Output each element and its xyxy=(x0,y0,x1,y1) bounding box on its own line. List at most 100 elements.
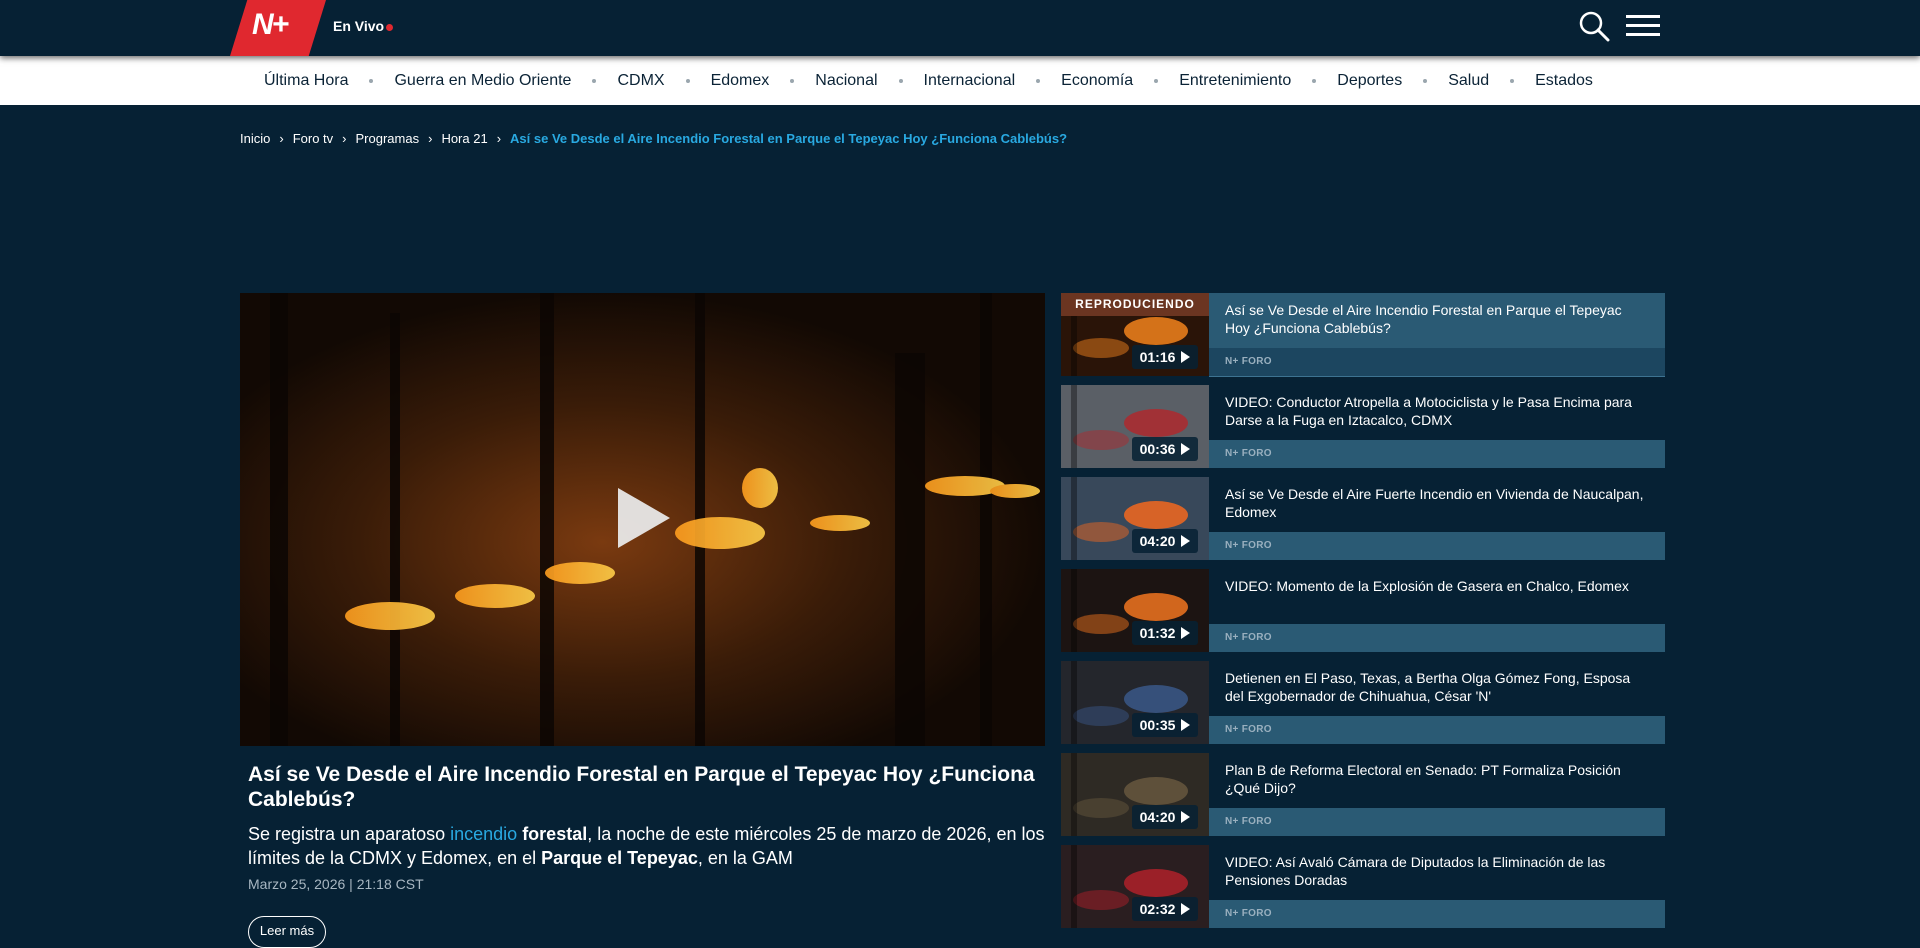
brand-logo[interactable]: N+ xyxy=(230,0,326,56)
nav-separator-dot xyxy=(1312,78,1317,83)
playlist-thumbnail[interactable]: 04:20 xyxy=(1061,753,1209,836)
search-icon[interactable] xyxy=(1578,10,1610,42)
video-duration-badge: 00:35 xyxy=(1132,713,1198,737)
nav-separator-dot xyxy=(592,78,597,83)
playlist-item-title[interactable]: Así se Ve Desde el Aire Incendio Foresta… xyxy=(1225,301,1645,337)
article-lead: Se registra un aparatoso incendio forest… xyxy=(248,824,1045,868)
playlist-text-area[interactable]: VIDEO: Momento de la Explosión de Gasera… xyxy=(1209,569,1665,624)
source-label: N+ FORO xyxy=(1225,724,1272,735)
breadcrumb-link[interactable]: Foro tv xyxy=(293,131,333,146)
playlist-source-bar: N+ FORO xyxy=(1209,532,1665,560)
playlist-item[interactable]: 00:36 VIDEO: Conductor Atropella a Motoci… xyxy=(1061,385,1665,468)
playlist-item-title[interactable]: VIDEO: Momento de la Explosión de Gasera… xyxy=(1225,577,1645,595)
nav-link[interactable]: Estados xyxy=(1535,72,1593,90)
nav-link[interactable]: CDMX xyxy=(617,72,664,90)
nav-item: Economía xyxy=(1015,72,1133,90)
playlist-item-title[interactable]: VIDEO: Así Avaló Cámara de Diputados la … xyxy=(1225,853,1645,889)
nav-item: Internacional xyxy=(878,72,1016,90)
playlist-text-area[interactable]: Detienen en El Paso, Texas, a Bertha Olg… xyxy=(1209,661,1665,716)
source-label: N+ FORO xyxy=(1225,816,1272,827)
video-duration-badge: 00:36 xyxy=(1132,437,1198,461)
playlist-source-bar: N+ FORO xyxy=(1209,440,1665,468)
duration-text: 04:20 xyxy=(1139,809,1176,825)
source-label: N+ FORO xyxy=(1225,540,1272,551)
chevron-right-icon: › xyxy=(428,130,433,146)
nav-separator-dot xyxy=(1423,78,1428,83)
playlist-thumbnail[interactable]: 00:35 xyxy=(1061,661,1209,744)
video-duration-badge: 01:16 xyxy=(1132,345,1198,369)
playlist-item-title[interactable]: Detienen en El Paso, Texas, a Bertha Olg… xyxy=(1225,669,1645,705)
playlist-source-bar: N+ FORO xyxy=(1209,900,1665,928)
live-link[interactable]: En Vivo xyxy=(333,18,384,34)
nav-link[interactable]: Nacional xyxy=(815,72,877,90)
video-player[interactable] xyxy=(240,293,1045,746)
nav-separator-dot xyxy=(685,78,690,83)
playlist-source-bar: N+ FORO xyxy=(1209,348,1665,377)
breadcrumb-link[interactable]: Hora 21 xyxy=(441,131,487,146)
top-header: N+ En Vivo xyxy=(0,0,1920,56)
nav-link[interactable]: Economía xyxy=(1061,72,1133,90)
duration-text: 00:35 xyxy=(1139,717,1176,733)
hamburger-menu-icon[interactable] xyxy=(1626,12,1660,40)
nav-link[interactable]: Entretenimiento xyxy=(1179,72,1291,90)
source-label: N+ FORO xyxy=(1225,632,1272,643)
section-nav-list: Última Hora Guerra en Medio Oriente CDMX Ed… xyxy=(264,56,1593,105)
nav-item: Última Hora xyxy=(264,72,348,90)
playlist-thumbnail[interactable]: 00:36 xyxy=(1061,385,1209,468)
nav-link[interactable]: Deportes xyxy=(1337,72,1402,90)
nav-link[interactable]: Salud xyxy=(1448,72,1489,90)
nav-item: Deportes xyxy=(1291,72,1402,90)
duration-text: 02:32 xyxy=(1139,901,1176,917)
playlist-item[interactable]: REPRODUCIENDO 01:16 Así se Ve Desde el Air… xyxy=(1061,293,1665,377)
playlist-text-area[interactable]: Así se Ve Desde el Aire Fuerte Incendio … xyxy=(1209,477,1665,532)
nav-separator-dot xyxy=(1154,78,1159,83)
incendio-link[interactable]: incendio xyxy=(450,824,517,844)
chevron-right-icon: › xyxy=(279,130,284,146)
nav-item: Estados xyxy=(1489,72,1593,90)
breadcrumb-link[interactable]: Inicio xyxy=(240,131,270,146)
now-playing-badge: REPRODUCIENDO xyxy=(1061,293,1209,316)
playlist-item-title[interactable]: VIDEO: Conductor Atropella a Motociclist… xyxy=(1225,393,1645,429)
playlist-item[interactable]: 00:35 Detienen en El Paso, Texas, a Berth… xyxy=(1061,661,1665,744)
play-icon xyxy=(1181,627,1191,639)
playlist-item-title[interactable]: Plan B de Reforma Electoral en Senado: P… xyxy=(1225,761,1645,797)
playlist-thumbnail[interactable]: 04:20 xyxy=(1061,477,1209,560)
playlist-text-area[interactable]: VIDEO: Conductor Atropella a Motociclist… xyxy=(1209,385,1665,440)
video-duration-badge: 01:32 xyxy=(1132,621,1198,645)
nav-separator-dot xyxy=(1036,78,1041,83)
nav-separator-dot xyxy=(898,78,903,83)
read-more-button[interactable]: Leer más xyxy=(248,916,326,948)
playlist-text-area[interactable]: VIDEO: Así Avaló Cámara de Diputados la … xyxy=(1209,845,1665,900)
breadcrumb-link[interactable]: Programas xyxy=(356,131,420,146)
source-label: N+ FORO xyxy=(1225,448,1272,459)
nav-separator-dot xyxy=(1510,78,1515,83)
video-duration-badge: 04:20 xyxy=(1132,805,1198,829)
playlist-text-area[interactable]: Así se Ve Desde el Aire Incendio Foresta… xyxy=(1209,293,1665,348)
playlist-source-bar: N+ FORO xyxy=(1209,808,1665,836)
playlist-item[interactable]: 04:20 Plan B de Reforma Electoral en Sena… xyxy=(1061,753,1665,836)
breadcrumb: Inicio › Foro tv › Programas › Hora 21 › Así se … xyxy=(240,128,1067,148)
playlist-item[interactable]: 02:32 VIDEO: Así Avaló Cámara de Diputado… xyxy=(1061,845,1665,928)
play-icon xyxy=(1181,535,1191,547)
playlist-thumbnail[interactable]: 02:32 xyxy=(1061,845,1209,928)
article-title: Así se Ve Desde el Aire Incendio Foresta… xyxy=(248,763,1035,811)
nav-link[interactable]: Edomex xyxy=(711,72,770,90)
duration-text: 00:36 xyxy=(1139,441,1176,457)
playlist-item[interactable]: 04:20 Así se Ve Desde el Aire Fuerte Ince… xyxy=(1061,477,1665,560)
nav-item: Salud xyxy=(1402,72,1489,90)
nav-link[interactable]: Última Hora xyxy=(264,72,348,90)
playlist-thumbnail[interactable]: 01:32 xyxy=(1061,569,1209,652)
nav-link[interactable]: Internacional xyxy=(924,72,1016,90)
nav-link[interactable]: Guerra en Medio Oriente xyxy=(394,72,571,90)
nav-item: Guerra en Medio Oriente xyxy=(348,72,571,90)
play-icon xyxy=(1181,351,1191,363)
nav-item: Edomex xyxy=(665,72,770,90)
chevron-right-icon: › xyxy=(496,130,502,146)
breadcrumb-current: Así se Ve Desde el Aire Incendio Foresta… xyxy=(510,130,1068,146)
playlist-item-title[interactable]: Así se Ve Desde el Aire Fuerte Incendio … xyxy=(1225,485,1645,521)
playlist-text-area[interactable]: Plan B de Reforma Electoral en Senado: P… xyxy=(1209,753,1665,808)
playlist-item[interactable]: 01:32 VIDEO: Momento de la Explosión de G… xyxy=(1061,569,1665,652)
nav-separator-dot xyxy=(790,78,795,83)
playlist-thumbnail[interactable]: REPRODUCIENDO 01:16 xyxy=(1061,293,1209,376)
video-duration-badge: 04:20 xyxy=(1132,529,1198,553)
